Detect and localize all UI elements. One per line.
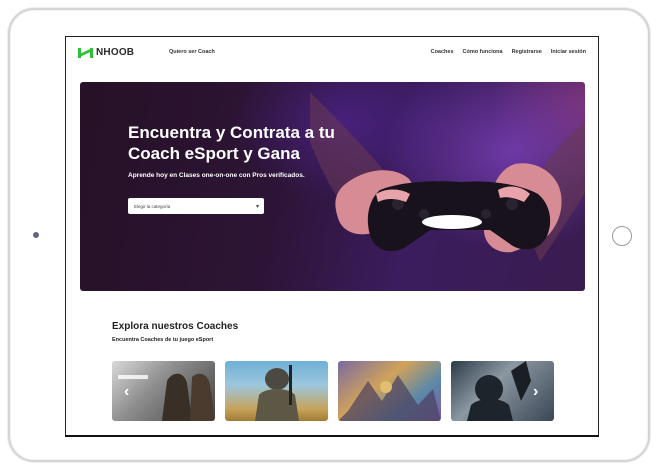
tablet-camera xyxy=(33,232,39,238)
logo[interactable]: NHOOB xyxy=(78,47,134,58)
nav-link-how-it-works[interactable]: Cómo funciona xyxy=(463,49,503,55)
hero-subtitle: Aprende hoy en Clases one-on-one con Pro… xyxy=(128,172,305,179)
logo-text: NHOOB xyxy=(96,47,135,58)
chevron-left-icon[interactable]: ‹ xyxy=(124,383,129,401)
screen-bezel-edge xyxy=(65,435,599,437)
chevron-right-icon[interactable]: › xyxy=(533,383,538,401)
game-card-image xyxy=(467,361,531,421)
nav-become-coach-link[interactable]: Quiero ser Coach xyxy=(169,49,215,55)
game-carousel: ‹ › xyxy=(112,361,554,421)
nav-link-login[interactable]: Iniciar sesión xyxy=(551,49,586,55)
game-card-counter-strike[interactable]: ‹ xyxy=(112,361,215,421)
nav-link-register[interactable]: Registrarse xyxy=(512,49,542,55)
game-card-overwatch[interactable] xyxy=(338,361,441,421)
category-select[interactable]: Elegir la categoría ▾ xyxy=(128,198,264,214)
game-card-pubg[interactable] xyxy=(225,361,328,421)
explore-title: Explora nuestros Coaches xyxy=(112,321,239,332)
game-card-rainbow-six[interactable]: › xyxy=(451,361,554,421)
top-navigation: NHOOB Quiero ser Coach Coaches Cómo func… xyxy=(66,37,598,69)
logo-icon xyxy=(78,47,94,58)
website-screen: NHOOB Quiero ser Coach Coaches Cómo func… xyxy=(65,36,599,436)
hero-controller-image xyxy=(310,92,585,262)
nav-link-coaches[interactable]: Coaches xyxy=(431,49,454,55)
nav-links: Coaches Cómo funciona Registrarse Inicia… xyxy=(431,49,586,55)
chevron-down-icon: ▾ xyxy=(255,204,259,210)
game-card-image xyxy=(338,375,441,421)
category-select-value: Elegir la categoría xyxy=(134,203,171,209)
explore-subtitle: Encuentra Coaches de tu juego eSport xyxy=(112,337,214,343)
game-card-image xyxy=(255,365,299,421)
tablet-home-button[interactable] xyxy=(612,226,632,246)
hero-banner: Encuentra y Contrata a tu Coach eSport y… xyxy=(80,82,585,291)
hero-title: Encuentra y Contrata a tu Coach eSport y… xyxy=(128,123,335,163)
